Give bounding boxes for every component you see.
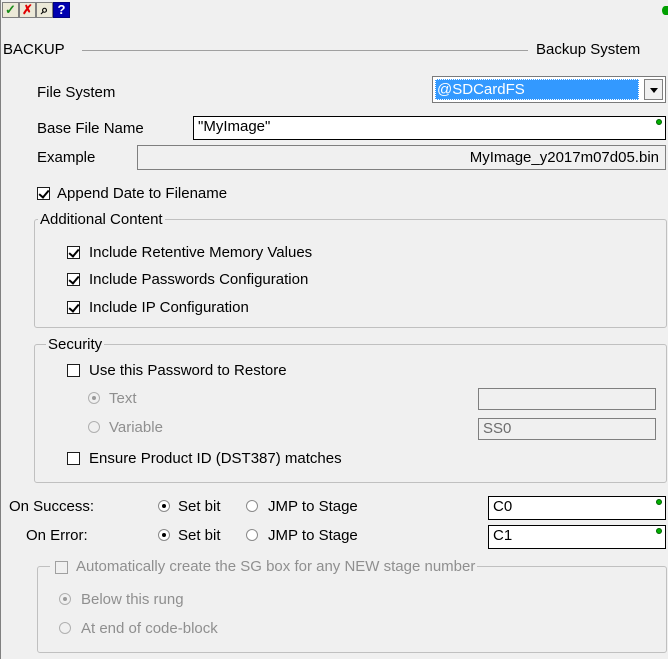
include-ip-checkbox[interactable] (67, 301, 80, 314)
end-of-block-label: At end of code-block (81, 620, 218, 637)
sg-box-group (37, 566, 667, 653)
include-retentive-label: Include Retentive Memory Values (89, 244, 313, 261)
ensure-product-checkbox[interactable] (67, 452, 80, 465)
instruction-title: BACKUP (3, 41, 65, 58)
toolbar: ✓ ✗ ⌕ ? (0, 0, 668, 20)
security-title: Security (46, 336, 105, 353)
on-success-value: C0 (493, 498, 513, 515)
on-error-value: C1 (493, 527, 513, 544)
ensure-product-label: Ensure Product ID (DST387) matches (89, 450, 342, 467)
additional-content-title: Additional Content (38, 211, 165, 228)
file-system-selected-value: @SDCardFS (435, 79, 639, 100)
valid-indicator-icon (656, 499, 662, 505)
on-error-set-bit-label: Set bit (178, 527, 221, 544)
variable-radio[interactable] (88, 421, 100, 433)
help-icon[interactable]: ? (53, 2, 70, 18)
include-passwords-checkbox[interactable] (67, 273, 80, 286)
example-field: MyImage_y2017m07d05.bin (137, 145, 666, 170)
password-variable-field: SS0 (478, 418, 656, 440)
password-text-field (478, 388, 656, 410)
use-password-label: Use this Password to Restore (89, 362, 287, 379)
sg-box-title: Automatically create the SG box for any … (50, 558, 478, 575)
on-error-label: On Error: (26, 527, 88, 544)
on-success-set-bit-label: Set bit (178, 498, 221, 515)
base-file-name-input[interactable]: "MyImage" (193, 116, 666, 140)
file-system-label: File System (37, 84, 116, 101)
status-indicator-icon (662, 6, 668, 15)
append-date-label: Append Date to Filename (57, 185, 228, 202)
example-label: Example (37, 149, 96, 166)
on-error-set-bit-radio[interactable] (158, 529, 170, 541)
on-error-jmp-radio[interactable] (246, 529, 258, 541)
header-divider (82, 50, 528, 51)
valid-indicator-icon (656, 528, 662, 534)
instruction-subtitle: Backup System (536, 41, 641, 58)
include-retentive-checkbox[interactable] (67, 246, 80, 259)
on-success-jmp-label: JMP to Stage (268, 498, 358, 515)
on-error-jmp-label: JMP to Stage (268, 527, 358, 544)
base-file-name-value: "MyImage" (198, 118, 271, 135)
on-success-jmp-radio[interactable] (246, 500, 258, 512)
on-error-input[interactable]: C1 (488, 525, 666, 549)
use-password-checkbox[interactable] (67, 364, 80, 377)
find-icon[interactable]: ⌕ (36, 2, 53, 18)
window-left-edge (0, 0, 1, 659)
on-success-input[interactable]: C0 (488, 496, 666, 520)
example-value: MyImage_y2017m07d05.bin (469, 149, 659, 166)
text-radio-label: Text (109, 390, 137, 407)
include-ip-label: Include IP Configuration (89, 299, 249, 316)
sg-box-checkbox[interactable] (55, 561, 68, 574)
below-rung-label: Below this rung (81, 591, 184, 608)
file-system-select[interactable]: @SDCardFS (432, 76, 666, 103)
password-variable-value: SS0 (483, 420, 512, 437)
text-radio[interactable] (88, 392, 100, 404)
base-file-name-label: Base File Name (37, 120, 144, 137)
append-date-checkbox[interactable] (37, 187, 50, 200)
below-rung-radio[interactable] (59, 593, 71, 605)
chevron-down-icon[interactable] (644, 79, 663, 100)
include-passwords-label: Include Passwords Configuration (89, 271, 309, 288)
variable-radio-label: Variable (109, 419, 163, 436)
end-of-block-radio[interactable] (59, 622, 71, 634)
cancel-x-icon[interactable]: ✗ (19, 2, 36, 18)
valid-indicator-icon (656, 119, 662, 125)
on-success-set-bit-radio[interactable] (158, 500, 170, 512)
ok-check-icon[interactable]: ✓ (2, 2, 19, 18)
on-success-label: On Success: (9, 498, 95, 515)
